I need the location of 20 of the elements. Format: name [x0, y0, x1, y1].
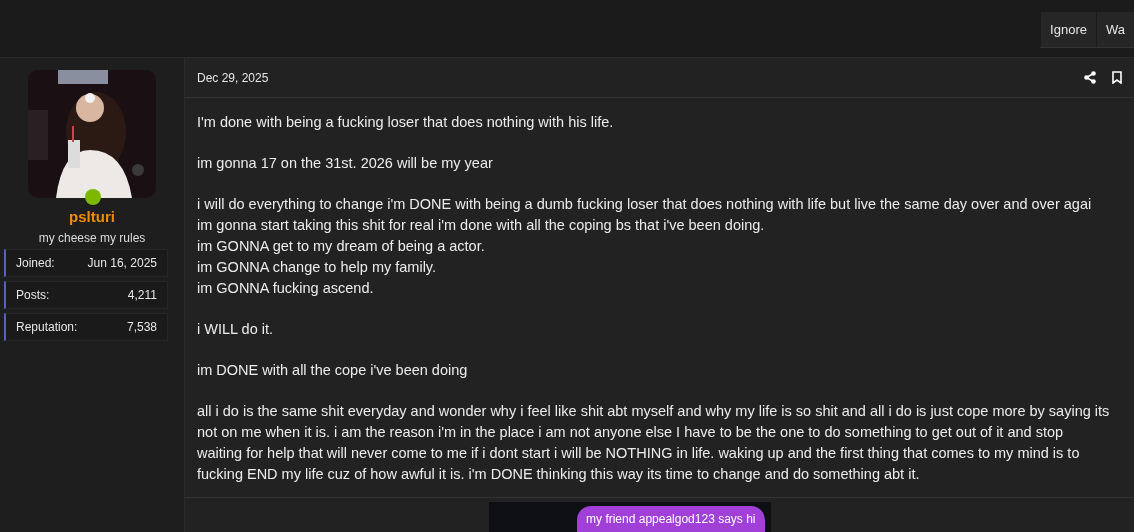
action-button[interactable]: Wa — [1095, 12, 1134, 47]
chat-bubble: my friend appealgod123 says hi — [577, 506, 765, 532]
post-paragraph: all i do is the same shit everyday and wonder why i feel like shit abt myself and why my life is so shit and all i do is just cope more by saying its not on me when it is. i am the reason i'm in the place i am not anyone else I have to be the one to do something to get out of it and stop waiting for help that will never come to me if i dont start i will be NOTHING in life. waking up and the first thing that comes to my mind is to fucking END my life cuz of how awful it is. i'm DONE thinking this way its time to change and do something abt it. — [197, 402, 1111, 484]
stat-value: 4,211 — [127, 286, 157, 304]
user-title: my cheese my rules — [38, 229, 146, 247]
action-button[interactable]: Ignore — [1040, 12, 1096, 47]
post-date[interactable]: Dec 29, 2025 — [197, 68, 269, 87]
stat-label: Reputation: — [16, 318, 78, 336]
post-paragraph: I'm done with being a fucking loser that does nothing with his life. — [197, 113, 615, 132]
post-paragraph: im DONE with all the cope i've been doing — [197, 361, 469, 380]
stat-value: Jun 16, 2025 — [87, 254, 157, 272]
stat-value: 7,538 — [126, 318, 157, 336]
stat-label: Posts: — [16, 286, 50, 304]
bookmark-icon[interactable] — [1112, 71, 1122, 84]
post-paragraph: i will do everything to change i'm DONE with being a dumb fucking loser that does nothing with life but live the same day over and over agai im gonna start taking this shit for real i'm done with all the coping bs that i've been doing. im GONNA get to my dream of being a actor. im GONNA change to help my family. im GONNA fucking ascend. — [197, 195, 1093, 298]
username[interactable]: pslturi — [69, 206, 115, 229]
share-icon[interactable] — [1084, 71, 1096, 84]
post-paragraph: im gonna 17 on the 31st. 2026 will be my year — [197, 154, 494, 173]
post-paragraph: i WILL do it. — [197, 320, 275, 339]
stat-label: Joined: — [16, 254, 55, 272]
